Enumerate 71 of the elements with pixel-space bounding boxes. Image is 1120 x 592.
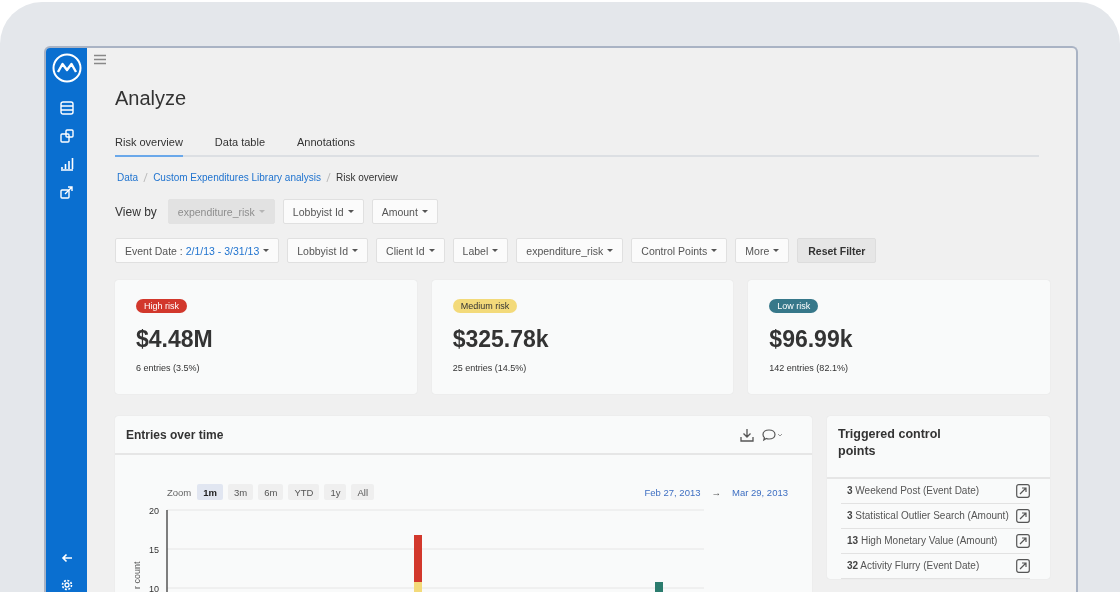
dropdown[interactable]: Lobbyist Id xyxy=(282,199,364,224)
caret-icon xyxy=(607,249,614,252)
comment-icon[interactable] xyxy=(762,427,784,442)
filter-dropdown[interactable]: Label xyxy=(452,238,509,263)
view-by-label: View by xyxy=(115,204,157,219)
database-icon[interactable] xyxy=(59,101,74,115)
filter-dropdown[interactable]: Event Date : 2/1/13 - 3/31/13 xyxy=(115,238,280,263)
y-tick-label: 15 xyxy=(149,544,159,555)
tab[interactable]: Data table xyxy=(214,132,265,157)
page-title: Analyze xyxy=(115,86,188,111)
caret-icon xyxy=(258,210,265,213)
external-link-icon[interactable] xyxy=(1016,484,1030,498)
range-arrow: → xyxy=(711,486,721,498)
logo-icon xyxy=(51,53,82,83)
panel-title: Triggered control points xyxy=(838,426,942,460)
external-link-icon[interactable] xyxy=(1016,534,1030,548)
back-arrow-icon[interactable] xyxy=(60,552,73,564)
caret-icon xyxy=(492,249,499,252)
breadcrumb-current: Risk overview xyxy=(336,172,398,183)
zoom-button[interactable]: 6m xyxy=(258,484,284,500)
external-link-icon[interactable] xyxy=(1016,509,1030,523)
axis-label: r count xyxy=(132,561,142,589)
caret-icon xyxy=(421,210,428,213)
breadcrumb-link[interactable]: Custom Expenditures Library analysis xyxy=(153,172,321,183)
risk-badge: High risk xyxy=(136,299,187,313)
zoom-label: Zoom xyxy=(167,486,192,498)
caret-icon xyxy=(428,249,435,252)
breadcrumb-link[interactable]: Data xyxy=(117,172,139,183)
dropdown[interactable]: Amount xyxy=(371,199,438,224)
filter-dropdown[interactable]: Lobbyist Id xyxy=(287,238,369,263)
bar-chart-icon[interactable] xyxy=(59,157,74,171)
entries-count: 6 entries (3.5%) xyxy=(136,363,201,373)
amount-value: $96.99k xyxy=(769,326,854,353)
risk-badge: Low risk xyxy=(769,299,819,313)
filter-dropdown[interactable]: Control Points xyxy=(631,238,728,263)
zoom-button[interactable]: 3m xyxy=(228,484,254,500)
y-tick-label: 10 xyxy=(149,583,159,592)
settings-icon[interactable] xyxy=(59,578,74,592)
range-end-date[interactable]: Mar 29, 2013 xyxy=(732,486,788,498)
menu-icon[interactable] xyxy=(94,54,106,65)
amount-value: $325.78k xyxy=(452,326,550,353)
caret-icon xyxy=(773,249,780,252)
filter-dropdown[interactable]: expenditure_risk xyxy=(516,238,624,263)
caret-icon xyxy=(263,249,270,252)
filter-dropdown[interactable]: Client Id xyxy=(376,238,445,263)
external-link-icon[interactable] xyxy=(1016,559,1030,573)
control-point-item[interactable]: 32 Activity Flurry (Event Date) xyxy=(847,559,980,573)
entries-count: 142 entries (82.1%) xyxy=(769,363,849,373)
control-point-item[interactable]: 3 Weekend Post (Event Date) xyxy=(847,484,980,498)
export-icon[interactable] xyxy=(59,185,74,199)
zoom-button[interactable]: All xyxy=(351,484,375,500)
filter-dropdown[interactable]: More xyxy=(735,238,790,263)
shapes-icon[interactable] xyxy=(59,129,74,143)
amount-value: $4.48M xyxy=(136,326,214,353)
control-point-item[interactable]: 13 High Monetary Value (Amount) xyxy=(847,534,998,548)
panel-title: Entries over time xyxy=(126,427,224,442)
risk-badge: Medium risk xyxy=(452,299,518,313)
tab[interactable]: Risk overview xyxy=(115,132,183,157)
caret-icon xyxy=(347,210,354,213)
caret-icon xyxy=(711,249,718,252)
control-point-item[interactable]: 3 Statistical Outlier Search (Amount) xyxy=(847,509,1009,523)
tab[interactable]: Annotations xyxy=(297,132,356,157)
download-icon[interactable] xyxy=(740,427,754,442)
zoom-button[interactable]: 1m xyxy=(197,484,224,500)
reset-filter-button[interactable]: Reset Filter xyxy=(797,238,877,263)
y-tick-label: 20 xyxy=(149,505,159,516)
caret-icon xyxy=(352,249,359,252)
zoom-button[interactable]: 1y xyxy=(324,484,347,500)
range-start-date[interactable]: Feb 27, 2013 xyxy=(644,486,701,498)
zoom-button[interactable]: YTD xyxy=(288,484,320,500)
entries-count: 25 entries (14.5%) xyxy=(452,363,528,373)
